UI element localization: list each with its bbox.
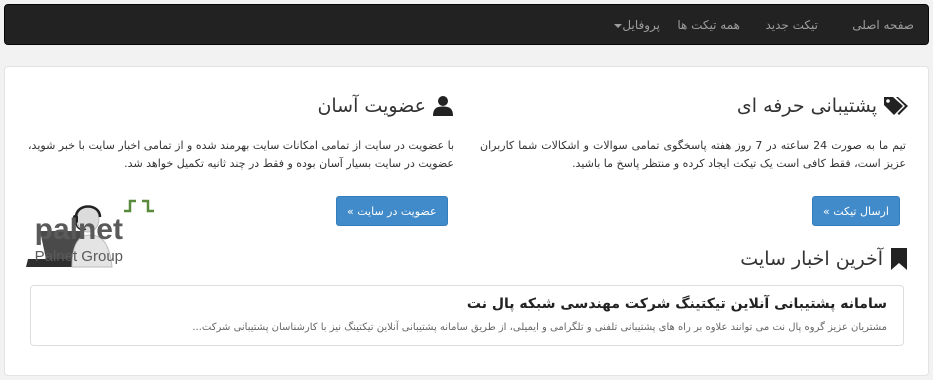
nav-profile-label: پروفایل — [622, 18, 660, 32]
support-text: تیم ما به صورت 24 ساعته در 7 روز هفته پا… — [480, 139, 906, 170]
logo-subtitle: Palnet Group — [35, 248, 123, 265]
nav-all-tickets-link[interactable]: همه تیکت ها — [677, 5, 740, 46]
nav-new-ticket-link[interactable]: تیکت جدید — [765, 5, 818, 46]
membership-title: عضویت آسان — [317, 95, 426, 117]
join-site-button[interactable]: عضویت در سایت » — [336, 196, 448, 226]
top-navbar: صفحه اصلی تیکت جدید همه تیکت ها پروفایل — [4, 4, 929, 45]
nav-home-link[interactable]: صفحه اصلی — [852, 5, 914, 46]
news-item-summary: مشتریان عزیز گروه پال نت می توانند علاوه… — [192, 322, 887, 333]
logo-wordmark: palnet — [35, 213, 123, 246]
bookmark-icon — [891, 248, 907, 270]
user-icon — [433, 96, 453, 116]
news-heading: آخرین اخبار سایت — [740, 247, 909, 271]
news-item[interactable]: سامانه پشتیبانی آنلاین تیکتینگ شرکت مهند… — [30, 285, 904, 346]
membership-heading: عضویت آسان — [317, 95, 454, 117]
support-agent-illustration: palnet Palnet Group — [26, 199, 154, 268]
membership-text: با عضویت در سایت از تمامی امکانات سایت ب… — [28, 139, 454, 170]
news-heading-text: آخرین اخبار سایت — [740, 248, 883, 270]
tags-icon — [884, 97, 908, 115]
support-heading: پشتیبانی حرفه ای — [737, 95, 909, 117]
news-item-title[interactable]: سامانه پشتیبانی آنلاین تیکتینگ شرکت مهند… — [467, 296, 887, 312]
support-title: پشتیبانی حرفه ای — [736, 95, 877, 117]
palnet-logo: palnet Palnet Group — [26, 193, 228, 271]
nav-profile-dropdown[interactable]: پروفایل — [608, 5, 660, 46]
send-ticket-button[interactable]: ارسال تیکت » — [812, 196, 900, 226]
